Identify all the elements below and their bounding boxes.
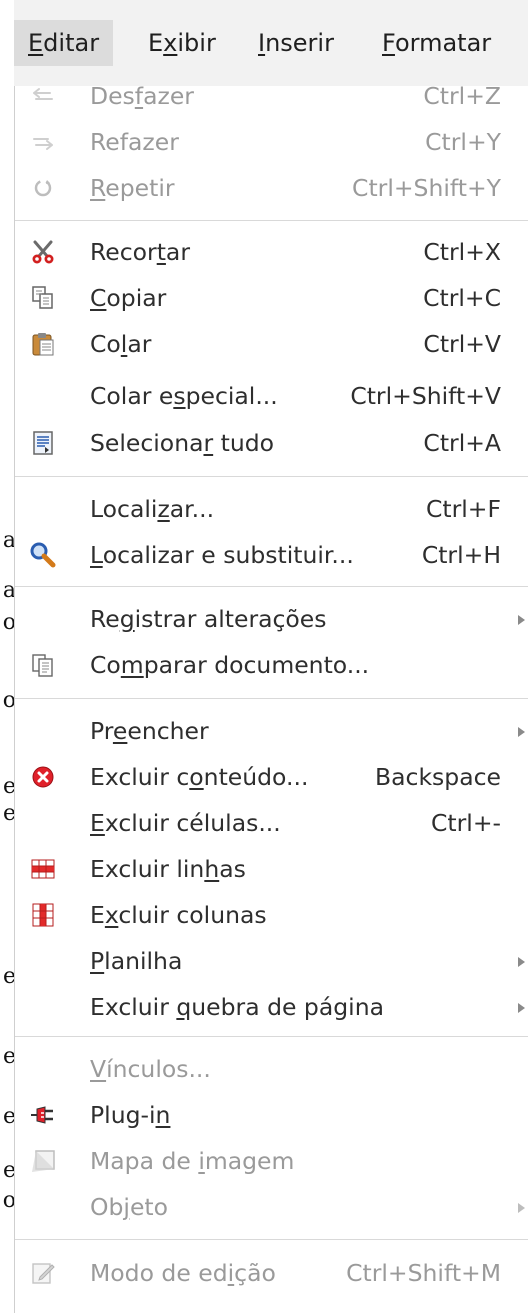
menu-item-image-map[interactable]: Mapa de imagem xyxy=(15,1138,528,1184)
separator xyxy=(15,586,528,587)
menu-item-paste[interactable]: Colar Ctrl+V xyxy=(15,321,528,367)
menu-item-compare-document[interactable]: Comparar documento... xyxy=(15,642,528,688)
menu-item-cut[interactable]: Recortar Ctrl+X xyxy=(15,229,528,275)
menu-exibir[interactable]: Exibir xyxy=(134,20,230,66)
edit-mode-icon xyxy=(29,1259,57,1287)
submenu-arrow-icon xyxy=(518,957,525,967)
menu-item-links[interactable]: Vínculos... xyxy=(15,1046,528,1092)
menu-item-undo[interactable]: Desfazer Ctrl+Z xyxy=(15,73,528,119)
menu-item-sheet[interactable]: Planilha xyxy=(15,938,528,984)
scissors-icon xyxy=(29,238,57,266)
find-replace-icon xyxy=(29,541,57,569)
repeat-icon xyxy=(29,174,57,202)
menu-item-track-changes[interactable]: Registrar alterações xyxy=(15,596,528,642)
submenu-arrow-icon xyxy=(518,1203,525,1213)
menu-item-delete-page-break[interactable]: Excluir quebra de página xyxy=(15,984,528,1030)
select-all-icon xyxy=(29,429,57,457)
menu-item-paste-special[interactable]: Colar especial... Ctrl+Shift+V xyxy=(15,373,528,419)
clipboard-icon xyxy=(29,330,57,358)
separator xyxy=(15,220,528,221)
redo-icon xyxy=(29,128,57,156)
menu-item-copy[interactable]: Copiar Ctrl+C xyxy=(15,275,528,321)
menu-formatar[interactable]: Formatar xyxy=(368,20,505,66)
menu-inserir[interactable]: Inserir xyxy=(244,20,348,66)
separator xyxy=(15,1036,528,1037)
separator xyxy=(15,1239,528,1240)
submenu-arrow-icon xyxy=(518,615,525,625)
delete-rows-icon xyxy=(29,855,57,883)
menu-item-find[interactable]: Localizar... Ctrl+F xyxy=(15,486,528,532)
delete-columns-icon xyxy=(29,901,57,929)
menu-item-object[interactable]: Objeto xyxy=(15,1184,528,1230)
menu-item-delete-contents[interactable]: Excluir conteúdo... Backspace xyxy=(15,754,528,800)
delete-circle-icon xyxy=(29,763,57,791)
menu-item-delete-rows[interactable]: Excluir linhas xyxy=(15,846,528,892)
plug-icon xyxy=(29,1101,57,1129)
menu-item-repeat[interactable]: Repetir Ctrl+Shift+Y xyxy=(15,165,528,211)
menu-item-find-replace[interactable]: Localizar e substituir... Ctrl+H xyxy=(15,532,528,578)
submenu-arrow-icon xyxy=(518,727,525,737)
separator xyxy=(15,698,528,699)
menu-item-delete-cells[interactable]: Excluir células... Ctrl+- xyxy=(15,800,528,846)
compare-document-icon xyxy=(29,651,57,679)
menu-item-delete-columns[interactable]: Excluir colunas xyxy=(15,892,528,938)
menu-item-redo[interactable]: Refazer Ctrl+Y xyxy=(15,119,528,165)
menu-item-edit-mode[interactable]: Modo de edição Ctrl+Shift+M xyxy=(15,1250,528,1296)
menu-item-select-all[interactable]: Selecionar tudo Ctrl+A xyxy=(15,420,528,466)
menu-item-plugin[interactable]: Plug-in xyxy=(15,1092,528,1138)
menu-editar[interactable]: Editar xyxy=(14,20,114,66)
editar-dropdown-menu: Desfazer Ctrl+Z Refazer Ctrl+Y Repetir C… xyxy=(14,82,528,1313)
separator xyxy=(15,476,528,477)
undo-icon xyxy=(29,82,57,110)
image-map-icon xyxy=(29,1147,57,1175)
copy-icon xyxy=(29,284,57,312)
menu-item-fill[interactable]: Preencher xyxy=(15,708,528,754)
submenu-arrow-icon xyxy=(518,1003,525,1013)
